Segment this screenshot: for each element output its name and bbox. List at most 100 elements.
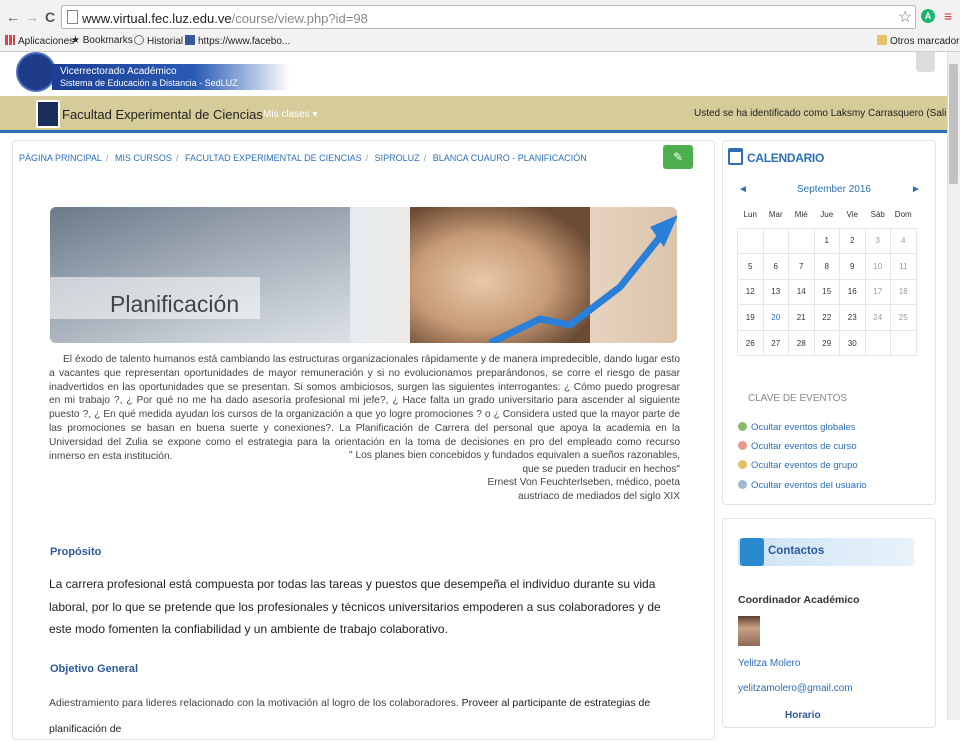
browser-menu-icon[interactable]: ≡ xyxy=(944,8,952,24)
calendar-day-cell[interactable]: 8 xyxy=(813,253,840,280)
breadcrumb-item[interactable]: BLANCA CUAURO - PLANIFICACIÓN xyxy=(433,153,587,163)
extension-icon[interactable]: A xyxy=(921,9,935,23)
breadcrumb-separator: / xyxy=(175,153,179,163)
bookmark-bookmarks-label: Bookmarks xyxy=(82,35,133,46)
toggle-label: Ocultar eventos de curso xyxy=(751,441,857,452)
calendar-day-cell[interactable]: 17 xyxy=(864,278,891,306)
breadcrumb-item[interactable]: MIS CURSOS xyxy=(115,153,172,163)
breadcrumb-item[interactable]: SIPROLUZ xyxy=(375,153,420,163)
globe-icon xyxy=(134,35,144,45)
proposito-text: La carrera profesional está compuesta po… xyxy=(49,577,661,636)
site-banner: Vicerrectorado Académico Sistema de Educ… xyxy=(52,64,290,90)
user-events-icon xyxy=(738,480,747,489)
calendar-month[interactable]: September 2016 xyxy=(797,184,871,195)
toggle-global-events[interactable]: Ocultar eventos globales xyxy=(738,422,856,433)
faculty-logo-icon[interactable] xyxy=(36,100,60,128)
calendar-day-cell[interactable]: 11 xyxy=(890,253,917,280)
course-events-icon xyxy=(738,441,747,450)
calendar-day-cell[interactable]: 4 xyxy=(890,227,917,255)
bookmark-bookmarks[interactable]: ★ Bookmarks xyxy=(71,35,133,46)
reload-button[interactable]: C xyxy=(45,9,55,25)
calendar-empty-cell xyxy=(788,227,815,255)
bookmarks-bar: Aplicaciones ★ Bookmarks Historial https… xyxy=(0,32,960,51)
toggle-label: Ocultar eventos globales xyxy=(751,422,856,433)
contacts-title: Contactos xyxy=(768,545,825,557)
calendar-day-cell[interactable]: 26 xyxy=(737,329,764,357)
intro-paragraph: El éxodo de talento humanos está cambian… xyxy=(49,354,680,462)
breadcrumb-item[interactable]: PÁGINA PRINCIPAL xyxy=(19,153,102,163)
bookmark-apps-label: Aplicaciones xyxy=(18,36,75,47)
calendar-day-header: Dom xyxy=(894,210,912,220)
logged-in-text[interactable]: Usted se ha identificado como Laksmy Car… xyxy=(694,108,953,119)
calendar-day-cell[interactable]: 12 xyxy=(737,278,764,306)
user-avatar[interactable] xyxy=(916,52,935,72)
calendar-day-cell[interactable]: 28 xyxy=(788,329,815,357)
address-text[interactable]: www.virtual.fec.luz.edu.ve/course/view.p… xyxy=(82,11,368,26)
calendar-empty-cell xyxy=(762,227,789,255)
calendar-day-cell[interactable]: 3 xyxy=(864,227,891,255)
bookmark-star-icon[interactable]: ☆ xyxy=(898,7,912,27)
coordinator-role: Coordinador Académico xyxy=(738,594,860,606)
back-button[interactable]: ← xyxy=(6,9,20,25)
calendar-day-cell[interactable]: 15 xyxy=(813,278,840,306)
bookmark-historial[interactable]: Historial xyxy=(134,35,183,47)
calendar-day-cell[interactable]: 21 xyxy=(788,304,815,331)
calendar-day-cell[interactable]: 30 xyxy=(839,329,866,357)
calendar-day-cell[interactable]: 16 xyxy=(839,278,866,306)
breadcrumb-item[interactable]: FACULTAD EXPERIMENTAL DE CIENCIAS xyxy=(185,153,362,163)
calendar-day-cell[interactable]: 5 xyxy=(737,253,764,280)
scrollbar-thumb[interactable] xyxy=(949,64,958,184)
calendar-day-cell[interactable]: 20 xyxy=(762,304,789,331)
calendar-day-header: Lun xyxy=(743,210,757,220)
university-seal-logo[interactable] xyxy=(16,52,56,92)
toggle-course-events[interactable]: Ocultar eventos de curso xyxy=(738,441,857,452)
other-bookmarks[interactable]: Otros marcadores xyxy=(877,35,960,47)
browser-toolbar: ← → C www.virtual.fec.luz.edu.ve/course/… xyxy=(0,0,960,52)
next-month-button[interactable]: ► xyxy=(911,184,921,195)
calendar-day-cell[interactable]: 13 xyxy=(762,278,789,306)
calendar-day-cell[interactable]: 10 xyxy=(864,253,891,280)
calendar-day-cell[interactable]: 1 xyxy=(813,227,840,255)
bookmark-apps[interactable]: Aplicaciones xyxy=(5,35,74,47)
facebook-icon xyxy=(185,35,195,45)
calendar-day-cell[interactable]: 7 xyxy=(788,253,815,280)
bookmark-facebook[interactable]: https://www.facebo... xyxy=(185,35,290,47)
calendar-header: CALENDARIO xyxy=(728,148,824,167)
faculty-name-link[interactable]: Facultad Experimental de Ciencias xyxy=(62,107,263,122)
url-host: www.virtual.fec.luz.edu.ve xyxy=(82,11,232,26)
toggle-user-events[interactable]: Ocultar eventos del usuario xyxy=(738,480,867,491)
prev-month-button[interactable]: ◄ xyxy=(738,184,748,195)
calendar-day-cell[interactable]: 9 xyxy=(839,253,866,280)
toggle-group-events[interactable]: Ocultar eventos de grupo xyxy=(738,460,858,471)
calendar-empty-cell xyxy=(864,329,891,357)
global-events-icon xyxy=(738,422,747,431)
quote-line: que se pueden traducir en hechos" xyxy=(522,464,680,475)
calendar-day-cell[interactable]: 29 xyxy=(813,329,840,357)
coordinator-email-link[interactable]: yelitzamolero@gmail.com xyxy=(738,683,853,694)
calendar-day-cell[interactable]: 24 xyxy=(864,304,891,331)
calendar-day-cell[interactable]: 14 xyxy=(788,278,815,306)
breadcrumb-separator: / xyxy=(365,153,369,163)
horario-heading: Horario xyxy=(785,710,821,721)
calendar-day-cell[interactable]: 18 xyxy=(890,278,917,306)
calendar-day-cell[interactable]: 23 xyxy=(839,304,866,331)
calendar-day-cell[interactable]: 22 xyxy=(813,304,840,331)
edit-button[interactable]: ✎ xyxy=(663,145,693,169)
quote-line: " Los planes bien concebidos y fundados … xyxy=(349,450,680,461)
calendar-day-cell[interactable]: 19 xyxy=(737,304,764,331)
calendar-day-header: Jue xyxy=(820,210,834,220)
hero-image: Planificación xyxy=(50,207,677,343)
calendar-empty-cell xyxy=(737,227,764,255)
mis-clases-menu[interactable]: Mis clases ▾ xyxy=(263,109,317,120)
calendar-day-cell[interactable]: 6 xyxy=(762,253,789,280)
toggle-label: Ocultar eventos de grupo xyxy=(751,460,858,471)
coordinator-name-link[interactable]: Yelitza Molero xyxy=(738,658,800,669)
calendar-day-cell[interactable]: 27 xyxy=(762,329,789,357)
calendar-day-header: Sáb xyxy=(870,210,885,220)
apps-grid-icon xyxy=(5,35,15,45)
address-bar[interactable]: www.virtual.fec.luz.edu.ve/course/view.p… xyxy=(61,5,916,29)
calendar-day-cell[interactable]: 2 xyxy=(839,227,866,255)
calendar-day-cell[interactable]: 25 xyxy=(890,304,917,331)
breadcrumb-separator: / xyxy=(105,153,109,163)
forward-button[interactable]: → xyxy=(25,9,39,25)
